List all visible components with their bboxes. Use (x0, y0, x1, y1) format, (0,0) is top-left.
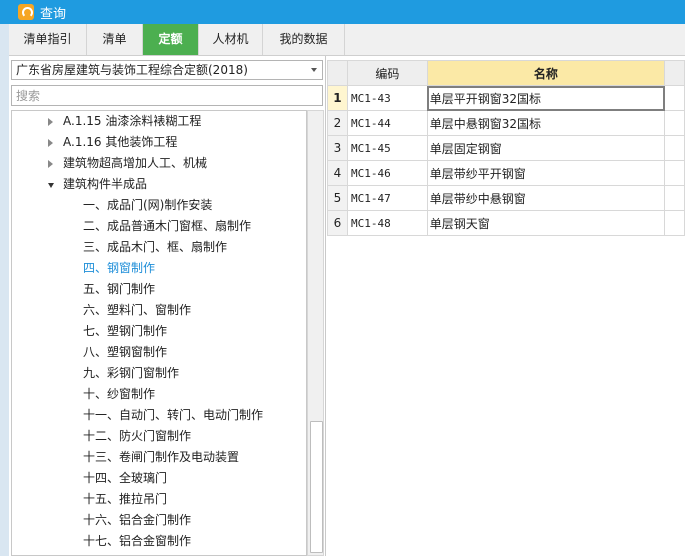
tab-bill-guide[interactable]: 清单指引 (9, 24, 87, 55)
window-title: 查询 (40, 6, 67, 22)
chevron-down-icon[interactable] (311, 68, 317, 72)
app-icon (18, 4, 34, 20)
code-column-header[interactable]: 编码 (346, 60, 428, 86)
empty-cell (664, 160, 685, 186)
code-cell[interactable]: MC1-47 (346, 185, 428, 211)
tree-item[interactable]: 十四、全玻璃门 (83, 468, 167, 489)
quota-library-select[interactable]: 广东省房屋建筑与装饰工程综合定额(2018) (11, 60, 323, 80)
tree-item[interactable]: 十五、推拉吊门 (83, 489, 167, 510)
code-cell[interactable]: MC1-45 (346, 135, 428, 161)
table-row[interactable]: 1 MC1-43 单层平开钢窗32国标 (327, 85, 685, 111)
extra-column-header (664, 60, 685, 86)
empty-cell (664, 110, 685, 136)
quota-tree: A.1.15 油漆涂料裱糊工程 A.1.16 其他装饰工程 建筑物超高增加人工、… (11, 110, 307, 556)
tree-item[interactable]: 十七、铝合金窗制作 (83, 531, 191, 552)
name-column-header[interactable]: 名称 (426, 60, 666, 86)
search-input[interactable] (11, 85, 323, 106)
tree-item-selected[interactable]: 四、钢窗制作 (83, 258, 155, 279)
table-row[interactable]: 4 MC1-46 单层带纱平开钢窗 (327, 160, 685, 186)
tree-item[interactable]: 十三、卷闸门制作及电动装置 (83, 447, 239, 468)
tab-labor-material-machine[interactable]: 人材机 (199, 24, 263, 55)
collapse-arrow-icon[interactable] (48, 183, 54, 188)
expand-arrow-icon[interactable] (48, 160, 53, 168)
row-index: 6 (327, 210, 348, 236)
table-row[interactable]: 6 MC1-48 单层钢天窗 (327, 210, 685, 236)
empty-cell (664, 85, 685, 111)
empty-cell (664, 210, 685, 236)
code-cell[interactable]: MC1-48 (346, 210, 428, 236)
code-cell[interactable]: MC1-43 (346, 85, 428, 111)
tree-item[interactable]: 七、塑钢门制作 (83, 321, 167, 342)
tree-item[interactable]: 五、钢门制作 (83, 279, 155, 300)
tab-quota[interactable]: 定额 (143, 24, 199, 55)
name-cell[interactable]: 单层带纱平开钢窗 (426, 160, 666, 186)
name-cell[interactable]: 单层中悬钢窗32国标 (426, 110, 666, 136)
scrollbar-thumb[interactable] (310, 421, 323, 553)
table-row[interactable]: 5 MC1-47 单层带纱中悬钢窗 (327, 185, 685, 211)
row-index: 2 (327, 110, 348, 136)
table-row[interactable]: 3 MC1-45 单层固定钢窗 (327, 135, 685, 161)
row-index-header (327, 60, 348, 86)
left-pane: 广东省房屋建筑与装饰工程综合定额(2018) A.1.15 油漆涂料裱糊工程 A… (9, 56, 326, 556)
tree-item[interactable]: 二、成品普通木门窗框、扇制作 (83, 216, 251, 237)
tree-item[interactable]: 十一、自动门、转门、电动门制作 (83, 405, 263, 426)
result-grid-pane: 编码 名称 1 MC1-43 单层平开钢窗32国标 2 MC1-44 单层中悬钢… (327, 56, 685, 556)
tree-item[interactable]: 一、成品门(网)制作安装 (83, 195, 212, 216)
expand-arrow-icon[interactable] (48, 118, 53, 126)
tree-item[interactable]: 十六、铝合金门制作 (83, 510, 191, 531)
table-header-row: 编码 名称 (327, 60, 685, 86)
tree-item[interactable]: 六、塑料门、窗制作 (83, 300, 191, 321)
row-index: 1 (327, 85, 348, 111)
empty-cell (664, 135, 685, 161)
tree-scrollbar[interactable] (307, 110, 324, 556)
tree-item[interactable]: 三、成品木门、框、扇制作 (83, 237, 227, 258)
tree-item[interactable]: 十、纱窗制作 (83, 384, 155, 405)
expand-arrow-icon[interactable] (48, 139, 53, 147)
name-cell[interactable]: 单层固定钢窗 (426, 135, 666, 161)
quota-library-value: 广东省房屋建筑与装饰工程综合定额(2018) (16, 63, 248, 77)
empty-cell (664, 185, 685, 211)
quota-result-table: 编码 名称 1 MC1-43 单层平开钢窗32国标 2 MC1-44 单层中悬钢… (327, 60, 685, 236)
row-index: 3 (327, 135, 348, 161)
tab-bill[interactable]: 清单 (87, 24, 143, 55)
tree-item[interactable]: 十二、防火门窗制作 (83, 426, 191, 447)
name-cell[interactable]: 单层钢天窗 (426, 210, 666, 236)
code-cell[interactable]: MC1-46 (346, 160, 428, 186)
table-row[interactable]: 2 MC1-44 单层中悬钢窗32国标 (327, 110, 685, 136)
code-cell[interactable]: MC1-44 (346, 110, 428, 136)
name-cell[interactable]: 单层带纱中悬钢窗 (426, 185, 666, 211)
row-index: 4 (327, 160, 348, 186)
name-cell-current[interactable]: 单层平开钢窗32国标 (426, 85, 666, 111)
title-bar: 查询 (0, 0, 685, 24)
tab-my-data[interactable]: 我的数据 (263, 24, 345, 55)
tree-item[interactable]: 八、塑钢窗制作 (83, 342, 167, 363)
tree-item[interactable]: 九、彩钢门窗制作 (83, 363, 179, 384)
row-index: 5 (327, 185, 348, 211)
tab-bar: 清单指引 清单 定额 人材机 我的数据 (9, 24, 685, 56)
